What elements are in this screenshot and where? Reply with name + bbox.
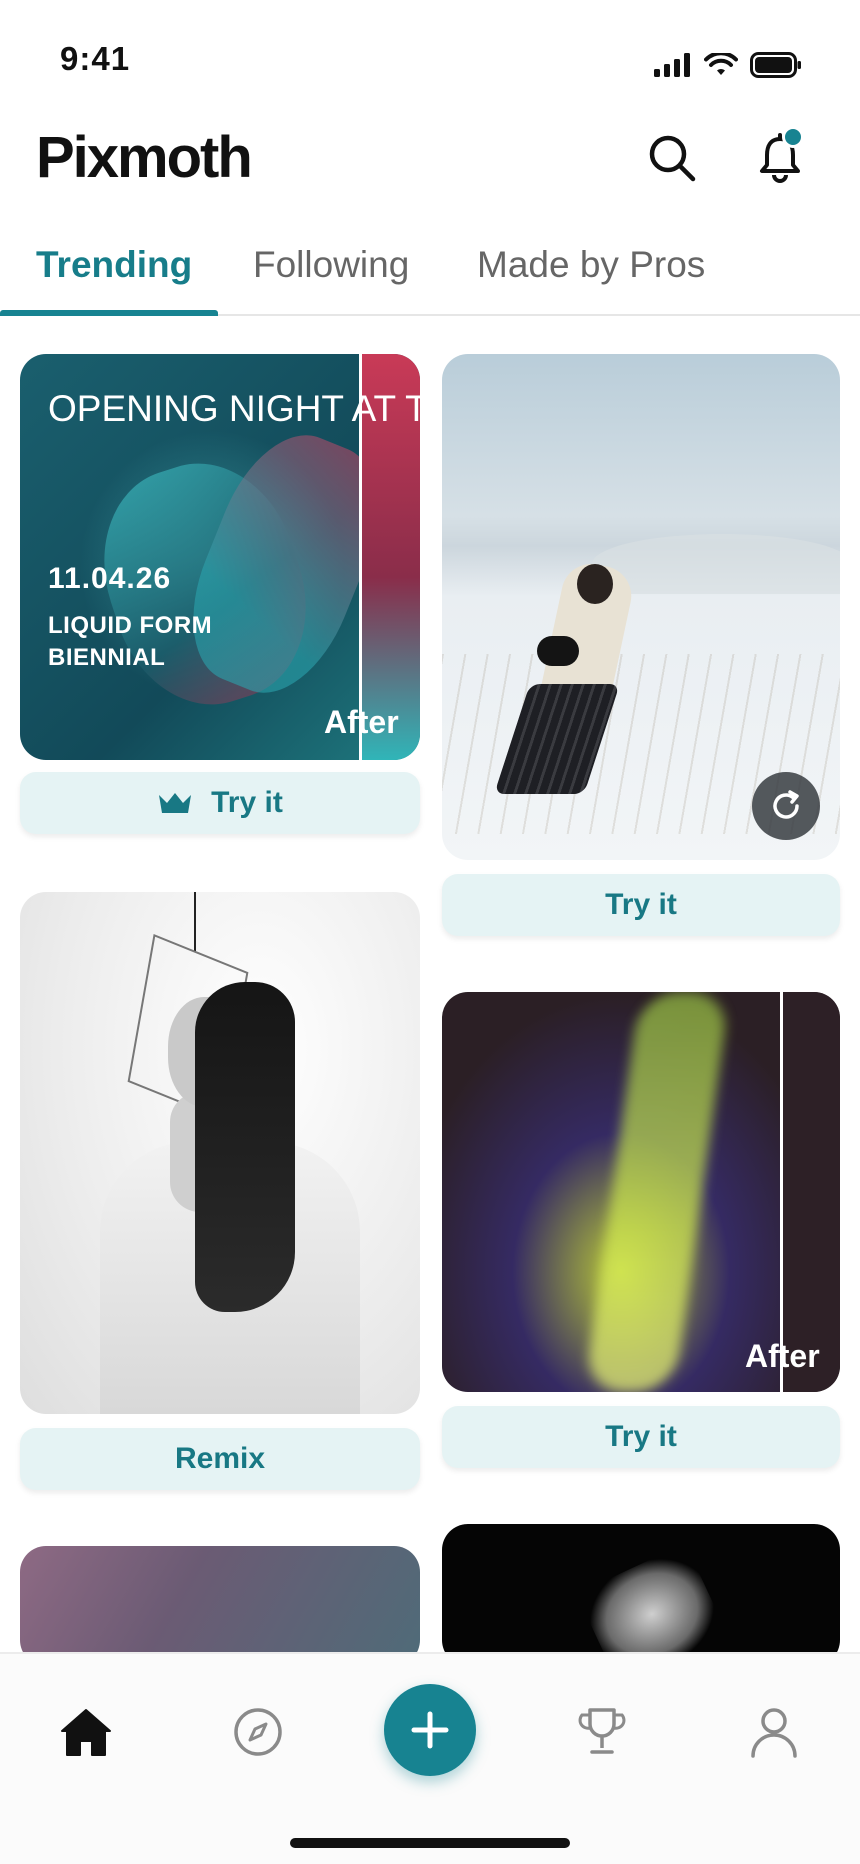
after-label: After xyxy=(745,1338,820,1374)
nav-challenges[interactable] xyxy=(570,1700,634,1764)
feed-card-bw-portrait[interactable] xyxy=(20,892,420,1414)
tab-trending[interactable]: Trending xyxy=(36,244,192,286)
try-it-button[interactable]: Try it xyxy=(20,772,420,834)
feed-card-partial[interactable] xyxy=(20,1546,420,1666)
bottom-nav xyxy=(0,1652,860,1864)
search-button[interactable] xyxy=(642,128,702,188)
app-header: Pixmoth xyxy=(0,118,860,198)
feed-card-neon-portrait[interactable]: After xyxy=(442,992,840,1392)
home-icon xyxy=(61,1709,111,1756)
explore-icon xyxy=(234,1708,282,1756)
before-after-divider[interactable] xyxy=(780,992,783,1392)
feed-card-liquid-form[interactable]: OPENING NIGHT AT T 11.04.26 LIQUID FORM … xyxy=(20,354,420,760)
feed-card-partial[interactable] xyxy=(442,1524,840,1666)
nav-profile[interactable] xyxy=(742,1700,806,1764)
regenerate-button[interactable] xyxy=(752,772,820,840)
after-label: After xyxy=(324,704,399,740)
poster-subtitle: LIQUID FORM BIENNIAL xyxy=(48,612,213,671)
feed-tabs: Trending Following Made by Pros xyxy=(0,236,860,316)
remix-label: Remix xyxy=(174,1442,266,1475)
try-it-label: Try it xyxy=(605,1420,677,1453)
tab-following[interactable]: Following xyxy=(253,244,409,286)
feed-card-snow-portrait[interactable] xyxy=(442,354,840,860)
try-it-label: Try it xyxy=(211,786,283,819)
status-time: 9:41 xyxy=(60,40,131,77)
signal-icon xyxy=(654,53,690,77)
remix-button[interactable]: Remix xyxy=(20,1428,420,1490)
home-indicator xyxy=(290,1838,570,1848)
poster-title: OPENING NIGHT AT T xyxy=(48,388,420,429)
system-indicators xyxy=(654,52,802,78)
active-tab-indicator xyxy=(0,310,218,316)
wifi-icon xyxy=(704,53,738,75)
trophy-icon xyxy=(578,1708,626,1754)
try-it-button[interactable]: Try it xyxy=(442,1406,840,1468)
notification-badge xyxy=(782,126,804,148)
app-logo: Pixmoth xyxy=(36,125,253,190)
nav-explore[interactable] xyxy=(226,1700,290,1764)
profile-icon xyxy=(751,1708,797,1758)
refresh-icon xyxy=(773,790,799,819)
create-button[interactable] xyxy=(384,1684,476,1776)
try-it-label: Try it xyxy=(605,888,677,921)
after-preview xyxy=(783,992,840,1392)
search-icon xyxy=(649,135,696,182)
battery-icon xyxy=(750,52,801,78)
status-bar: 9:41 xyxy=(0,0,860,110)
notifications-button[interactable] xyxy=(750,126,810,188)
poster-date: 11.04.26 xyxy=(48,562,172,595)
nav-home[interactable] xyxy=(54,1700,118,1764)
try-it-button[interactable]: Try it xyxy=(442,874,840,936)
crown-icon xyxy=(159,793,192,813)
tab-made-by-pros[interactable]: Made by Pros xyxy=(477,244,705,286)
create-icon xyxy=(411,1711,449,1749)
